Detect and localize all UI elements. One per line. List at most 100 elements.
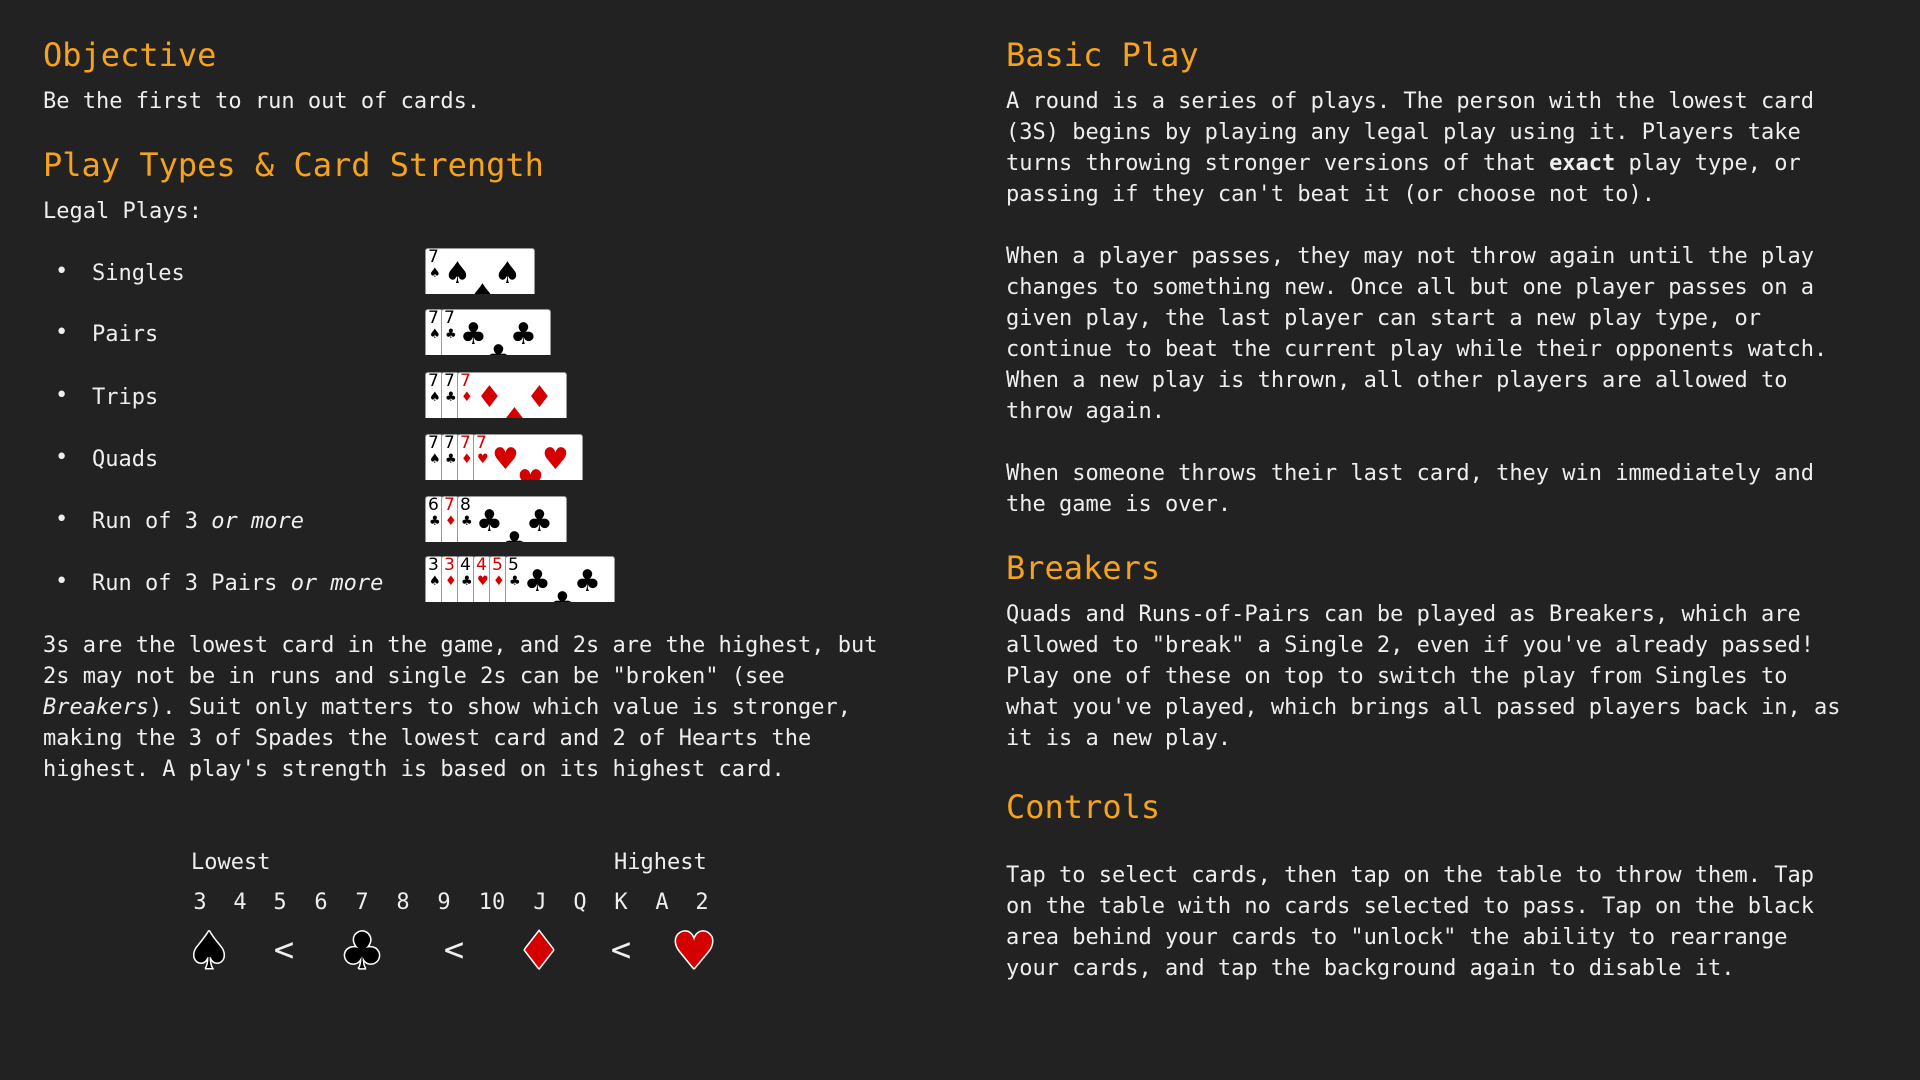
text-line: (3S) begins by playing any legal play us… xyxy=(1006,120,1801,145)
play-type-label: Run of 3 Pairs or more xyxy=(92,571,384,596)
card-rank: 8 xyxy=(460,496,471,515)
card-pip-icon: ♣ xyxy=(460,317,487,352)
text-line: When a new play is thrown, all other pla… xyxy=(1006,368,1788,393)
card-rank: 7 xyxy=(428,372,439,391)
playing-card: 7♥♥♥♥ xyxy=(473,434,583,480)
heart-icon: ♥ xyxy=(670,922,718,980)
rank-label: 2 xyxy=(695,890,709,915)
playing-card: 7♣♣♣♣ xyxy=(441,309,551,355)
card-pip-icon: ♣ xyxy=(524,564,551,599)
card-rank: 7 xyxy=(444,434,455,453)
rank-label: 4 xyxy=(233,890,247,915)
card-pip-icon: ♣ xyxy=(485,342,512,356)
text-line: area behind your cards to "unlock" the a… xyxy=(1006,925,1788,950)
text-line: turns throwing stronger versions of that… xyxy=(1006,151,1801,176)
card-pip-icon: ♣ xyxy=(549,589,576,603)
bullet-icon: • xyxy=(55,445,69,470)
card-suit-icon: ♦ xyxy=(493,574,505,589)
rank-label: 8 xyxy=(396,890,410,915)
bullet-icon: • xyxy=(55,320,69,345)
play-type-label: Pairs xyxy=(92,322,159,347)
playing-card: 5♣♣♣♣ xyxy=(505,556,615,602)
basic-play-paragraph-2: When a player passes, they may not throw… xyxy=(1006,241,1827,427)
card-suit-icon: ♠ xyxy=(429,266,441,281)
card-pip-icon: ♣ xyxy=(501,529,528,543)
playing-card: 7♠♠♠♠ xyxy=(425,248,535,294)
objective-heading: Objective xyxy=(43,36,217,74)
card-pip-icon: ♥ xyxy=(517,467,544,481)
card-suit-icon: ♣ xyxy=(509,574,521,589)
text-line: the game is over. xyxy=(1006,492,1232,517)
card-suit-icon: ♣ xyxy=(445,452,457,467)
text-line: allowed to "break" a Single 2, even if y… xyxy=(1006,633,1814,658)
text-line: Tap to select cards, then tap on the tab… xyxy=(1006,863,1814,888)
text-line: what you've played, which brings all pas… xyxy=(1006,695,1841,720)
rank-label: 9 xyxy=(437,890,451,915)
card-rank: 7 xyxy=(444,372,455,391)
card-suit-icon: ♣ xyxy=(461,514,473,529)
example-cards: 7♠7♣7♦7♥♥♥♥ xyxy=(425,434,585,480)
card-suit-icon: ♠ xyxy=(429,327,441,342)
card-rank: 7 xyxy=(428,248,439,267)
text-line: given play, the last player can start a … xyxy=(1006,306,1761,331)
strength-line: 3s are the lowest card in the game, and … xyxy=(43,633,878,658)
card-pip-icon: ♠ xyxy=(494,256,521,291)
breakers-reference: Breakers xyxy=(43,695,149,720)
card-suit-icon: ♦ xyxy=(461,390,473,405)
text-line: on the table with no cards selected to p… xyxy=(1006,894,1814,919)
rank-label: Q xyxy=(573,890,587,915)
text-line: Play one of these on top to switch the p… xyxy=(1006,664,1788,689)
card-rank: 4 xyxy=(460,556,471,575)
strength-line: 2s may not be in runs and single 2s can … xyxy=(43,664,785,689)
card-suit-icon: ♣ xyxy=(461,574,473,589)
controls-paragraph: Tap to select cards, then tap on the tab… xyxy=(1006,860,1814,984)
rank-label: 6 xyxy=(314,890,328,915)
card-suit-icon: ♠ xyxy=(429,574,441,589)
card-suit-icon: ♦ xyxy=(461,452,473,467)
text-line: it is a new play. xyxy=(1006,726,1232,751)
example-cards: 6♣7♦8♣♣♣♣ xyxy=(425,496,569,542)
less-than-separator: < xyxy=(273,930,295,970)
card-rank: 7 xyxy=(460,434,471,453)
text-line: passing if they can't beat it (or choose… xyxy=(1006,182,1656,207)
card-rank: 7 xyxy=(428,434,439,453)
diamond-icon: ♦ xyxy=(515,922,563,980)
controls-heading: Controls xyxy=(1006,788,1161,826)
rank-label: A xyxy=(655,890,669,915)
less-than-separator: < xyxy=(610,930,632,970)
card-rank: 4 xyxy=(476,556,487,575)
play-type-label: Run of 3 or more xyxy=(92,509,304,534)
text-line: When someone throws their last card, the… xyxy=(1006,461,1814,486)
card-pip-icon: ♣ xyxy=(526,504,553,539)
bullet-icon: • xyxy=(55,569,69,594)
rank-label: K xyxy=(614,890,628,915)
card-suit-icon: ♠ xyxy=(429,390,441,405)
card-suit-icon: ♦ xyxy=(445,574,457,589)
breakers-paragraph: Quads and Runs-of-Pairs can be played as… xyxy=(1006,599,1840,754)
text-line: changes to something new. Once all but o… xyxy=(1006,275,1814,300)
rank-label: J xyxy=(533,890,547,915)
strength-line: making the 3 of Spades the lowest card a… xyxy=(43,726,812,751)
bullet-icon: • xyxy=(55,383,69,408)
card-rank: 6 xyxy=(428,496,439,515)
card-rank: 3 xyxy=(444,556,455,575)
card-pip-icon: ♣ xyxy=(510,317,537,352)
text-line: When a player passes, they may not throw… xyxy=(1006,244,1814,269)
card-pip-icon: ♠ xyxy=(444,256,471,291)
club-icon: ♣ xyxy=(338,922,386,980)
exact-emphasis: exact xyxy=(1549,151,1616,176)
play-type-label: Singles xyxy=(92,261,185,286)
text-line: continue to beat the current play while … xyxy=(1006,337,1828,362)
card-rank: 7 xyxy=(444,309,455,328)
card-suit-icon: ♣ xyxy=(429,514,441,529)
card-pip-icon: ♦ xyxy=(526,380,553,415)
play-type-label: Quads xyxy=(92,447,159,472)
card-pip-icon: ♣ xyxy=(476,504,503,539)
card-pip-icon: ♣ xyxy=(574,564,601,599)
less-than-separator: < xyxy=(443,930,465,970)
card-suit-icon: ♦ xyxy=(445,514,457,529)
highest-label: Highest xyxy=(614,850,707,875)
text-line: A round is a series of plays. The person… xyxy=(1006,89,1814,114)
card-pip-icon: ♠ xyxy=(469,281,496,295)
rank-label: 7 xyxy=(355,890,369,915)
